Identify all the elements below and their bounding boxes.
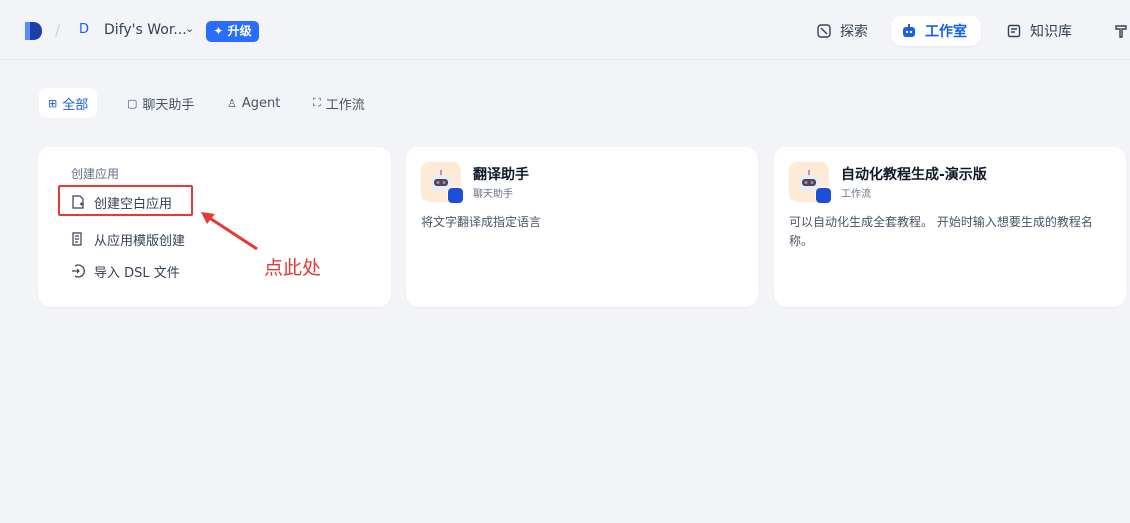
nav-studio-label: 工作室 — [925, 24, 967, 40]
workspace-name[interactable]: Dify's Wor... — [104, 22, 187, 38]
breadcrumb-separator: / — [55, 20, 61, 39]
tab-all[interactable]: ⊞ 全部 — [39, 88, 98, 118]
nav-knowledge[interactable]: 知识库 — [996, 16, 1082, 46]
app-name: 自动化教程生成-演示版 — [841, 167, 987, 183]
robot-icon — [903, 24, 915, 37]
upgrade-label: 升级 — [227, 24, 252, 38]
annotation-arrow-icon — [201, 212, 258, 251]
annotation-text: 点此处 — [264, 257, 322, 279]
create-blank-app-button[interactable]: 创建空白应用 — [71, 192, 172, 212]
nav-explore-label: 探索 — [840, 24, 868, 40]
book-icon — [1007, 24, 1021, 38]
hammer-icon — [1115, 25, 1127, 38]
nav-knowledge-label: 知识库 — [1030, 24, 1072, 40]
tab-agent-label: Agent — [241, 95, 281, 111]
chevron-down-icon[interactable]: ⌄ — [185, 22, 194, 35]
chat-bubble-icon: ▢ — [127, 96, 138, 110]
nav-explore[interactable]: 探索 — [806, 16, 878, 46]
tab-all-label: 全部 — [62, 97, 89, 113]
app-name: 翻译助手 — [473, 167, 529, 183]
create-from-template-button[interactable]: 从应用模版创建 — [71, 229, 185, 249]
tab-chat-label: 聊天助手 — [142, 97, 195, 113]
app-description: 将文字翻译成指定语言 — [421, 215, 542, 229]
chat-badge-icon — [447, 187, 464, 204]
workspace-avatar: D — [78, 22, 89, 37]
create-template-label: 从应用模版创建 — [94, 233, 186, 249]
tab-agent[interactable]: ♙ Agent — [218, 88, 289, 118]
file-plus-icon — [72, 195, 84, 209]
app-type: 工作流 — [841, 189, 871, 200]
create-blank-label: 创建空白应用 — [94, 196, 173, 212]
import-dsl-button[interactable]: 导入 DSL 文件 — [71, 261, 180, 281]
workflow-icon: ⛶ — [313, 96, 321, 109]
create-app-title: 创建应用 — [71, 167, 120, 181]
top-header: / D Dify's Wor... ⌄ ✦ 升级 探索 工作室 知识库 — [0, 0, 1130, 60]
compass-icon — [817, 24, 831, 38]
tab-workflow[interactable]: ⛶ 工作流 — [304, 88, 374, 118]
tab-chat-assistant[interactable]: ▢ 聊天助手 — [118, 88, 203, 118]
app-card[interactable]: 自动化教程生成-演示版 工作流 可以自动化生成全套教程。 开始时输入想要生成的教… — [774, 147, 1126, 307]
nav-studio[interactable]: 工作室 — [891, 16, 981, 46]
app-type: 聊天助手 — [473, 189, 513, 200]
app-description: 可以自动化生成全套教程。 开始时输入想要生成的教程名称。 — [789, 215, 1093, 248]
app-card[interactable]: 翻译助手 聊天助手 将文字翻译成指定语言 — [406, 147, 758, 307]
upgrade-button[interactable]: ✦ 升级 — [206, 21, 259, 42]
template-icon — [72, 232, 82, 246]
import-icon — [72, 264, 85, 278]
nav-tools[interactable] — [1103, 16, 1130, 46]
sparkle-icon: ✦ — [213, 24, 224, 38]
import-dsl-label: 导入 DSL 文件 — [94, 265, 180, 281]
grid-icon: ⊞ — [48, 96, 58, 110]
dify-logo-icon[interactable] — [22, 20, 44, 42]
agent-icon: ♙ — [227, 96, 237, 110]
tab-workflow-label: 工作流 — [325, 97, 365, 113]
workflow-badge-icon — [815, 187, 832, 204]
